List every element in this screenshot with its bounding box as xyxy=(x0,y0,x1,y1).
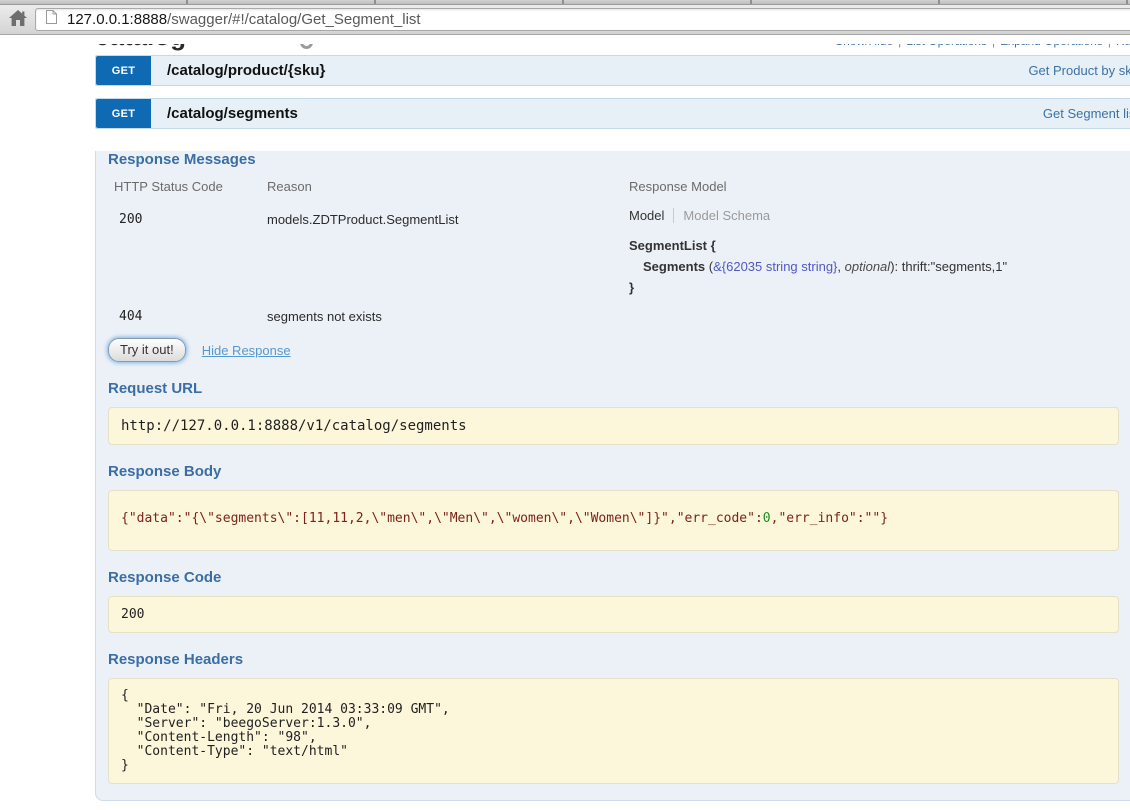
tab-divider xyxy=(673,208,675,223)
hide-response-link[interactable]: Hide Response xyxy=(202,343,291,358)
operation-path[interactable]: /catalog/product/{sku} xyxy=(167,62,325,79)
resource-link-raw[interactable]: Raw xyxy=(1116,44,1130,48)
address-bar[interactable]: 127.0.0.1:8888/swagger/#!/catalog/Get_Se… xyxy=(35,8,1130,31)
json-number-segment: 0 xyxy=(762,511,771,526)
operation-panel: Response Messages HTTP Status Code Reaso… xyxy=(95,151,1130,801)
model-name: SegmentList { xyxy=(629,238,716,253)
response-headers-box: { "Date": "Fri, 20 Jun 2014 03:33:09 GMT… xyxy=(108,678,1119,784)
request-url-value: http://127.0.0.1:8888/v1/catalog/segment… xyxy=(108,407,1119,445)
response-code-heading: Response Code xyxy=(108,569,222,586)
json-string-segment: {"data":"{\"segments\":[11,11,2,\"men\",… xyxy=(121,511,763,526)
column-header-status-code: HTTP Status Code xyxy=(114,179,223,194)
status-code-404: 404 xyxy=(119,309,143,324)
browser-chrome: 127.0.0.1:8888/swagger/#!/catalog/Get_Se… xyxy=(0,0,1130,35)
url-path: /swagger/#!/catalog/Get_Segment_list xyxy=(167,11,421,28)
browser-toolbar: 127.0.0.1:8888/swagger/#!/catalog/Get_Se… xyxy=(0,5,1130,35)
home-button[interactable] xyxy=(7,9,29,31)
tab-model[interactable]: Model xyxy=(629,208,664,223)
model-signature: SegmentList { Segments (&{62035 string s… xyxy=(629,235,1130,298)
actions-row: Try it out! Hide Response xyxy=(108,338,1130,362)
json-string-segment: ,"err_info":""} xyxy=(770,511,889,526)
resource-link-expand-operations[interactable]: Expand Operations xyxy=(1000,44,1103,48)
try-it-out-button[interactable]: Try it out! xyxy=(108,338,186,362)
resource-heading-clipped: catalog Show/Hide|List Operations|Expand… xyxy=(95,44,1130,55)
tab-model-schema[interactable]: Model Schema xyxy=(683,208,770,223)
home-icon xyxy=(8,9,28,32)
url-domain: 127.0.0.1:8888 xyxy=(67,11,168,28)
operation-summary-link[interactable]: Get Product by sku xyxy=(1028,63,1130,78)
url-text: 127.0.0.1:8888/swagger/#!/catalog/Get_Se… xyxy=(67,11,421,28)
response-code-value: 200 xyxy=(108,596,1119,633)
column-header-reason: Reason xyxy=(267,179,312,194)
response-model-cell: Model Model Schema SegmentList { Segment… xyxy=(623,203,1130,300)
response-headers-heading: Response Headers xyxy=(108,651,244,668)
operation-path[interactable]: /catalog/segments xyxy=(167,105,298,122)
response-messages-heading: Response Messages xyxy=(108,151,256,168)
reason-404: segments not exists xyxy=(267,309,382,324)
get-method-badge[interactable]: GET xyxy=(96,56,151,85)
operation-row-get-segments[interactable]: GET /catalog/segments Get Segment list xyxy=(95,98,1130,129)
resource-title[interactable]: catalog xyxy=(95,44,186,52)
property-type: &{62035 string string} xyxy=(713,259,838,274)
response-body-heading: Response Body xyxy=(108,463,222,480)
column-header-response-model: Response Model xyxy=(629,179,727,194)
model-tabs: Model Model Schema xyxy=(629,208,1130,223)
get-method-badge[interactable]: GET xyxy=(96,99,151,128)
operation-summary-link[interactable]: Get Segment list xyxy=(1043,106,1130,121)
status-code-200: 200 xyxy=(119,212,143,227)
resource-links: Show/Hide|List Operations|Expand Operati… xyxy=(835,44,1130,48)
page-document-icon xyxy=(45,9,58,30)
response-messages-table: HTTP Status Code Reason Response Model 2… xyxy=(108,174,1130,332)
resource-link-show-hide[interactable]: Show/Hide xyxy=(835,44,893,48)
model-closing-brace: } xyxy=(629,280,635,295)
reason-200: models.ZDTProduct.SegmentList xyxy=(267,212,459,227)
request-url-heading: Request URL xyxy=(108,380,203,397)
model-property: Segments (&{62035 string string}, option… xyxy=(643,259,1008,274)
swagger-page: catalog Show/Hide|List Operations|Expand… xyxy=(95,44,1130,801)
response-body-value: {"data":"{\"segments\":[11,11,2,\"men\",… xyxy=(108,490,1119,551)
response-headers-value: { "Date": "Fri, 20 Jun 2014 03:33:09 GMT… xyxy=(121,688,450,773)
operation-row-get-product[interactable]: GET /catalog/product/{sku} Get Product b… xyxy=(95,55,1130,86)
resource-link-list-operations[interactable]: List Operations xyxy=(906,44,987,48)
